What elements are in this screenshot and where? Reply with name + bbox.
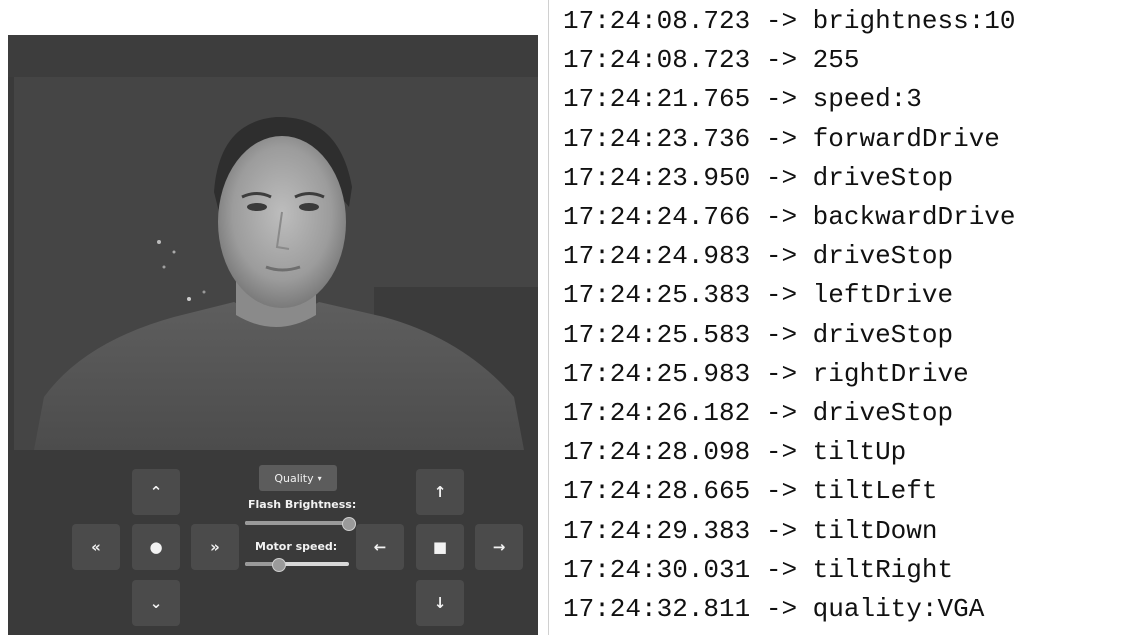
log-timestamp: 17:24:23.950 — [563, 162, 751, 193]
log-line: 17:24:24.983 -> driveStop — [563, 237, 953, 276]
slider-thumb[interactable] — [342, 517, 356, 531]
drive-left-button[interactable]: ← — [356, 524, 404, 570]
log-timestamp: 17:24:24.983 — [563, 241, 751, 272]
log-arrow: -> — [765, 398, 798, 428]
double-chevron-right-icon: » — [210, 538, 220, 556]
log-arrow: -> — [765, 123, 798, 154]
log-message: driveStop — [812, 398, 954, 428]
log-message: tiltDown — [812, 515, 938, 546]
log-message: backwardDrive — [812, 202, 1016, 232]
log-timestamp: 17:24:32.811 — [563, 594, 751, 624]
flash-brightness-label: Flash Brightness: — [248, 498, 357, 511]
log-arrow: -> — [765, 476, 798, 507]
log-line: 17:24:29.383 -> tiltDown — [563, 512, 938, 551]
log-message: forwardDrive — [812, 123, 1000, 154]
log-timestamp: 17:24:23.736 — [563, 123, 751, 154]
log-line: 17:24:30.031 -> tiltRight — [563, 551, 953, 590]
log-message: tiltUp — [812, 437, 907, 468]
log-arrow: -> — [765, 45, 798, 76]
double-chevron-up-icon: ⌃ — [149, 483, 163, 501]
log-arrow: -> — [765, 280, 798, 311]
log-arrow: -> — [765, 554, 798, 585]
log-timestamp: 17:24:25.583 — [563, 319, 751, 350]
motor-speed-slider[interactable] — [245, 557, 349, 572]
log-line: 17:24:23.736 -> forwardDrive — [563, 120, 1000, 159]
arrow-up-icon: ↑ — [433, 483, 447, 501]
log-line: 17:24:08.723 -> 255 — [563, 41, 859, 80]
arrow-down-icon: ↓ — [433, 594, 447, 612]
log-line: 17:24:23.950 -> driveStop — [563, 159, 953, 198]
log-message: brightness:10 — [812, 6, 1016, 36]
log-line: 17:24:32.811 -> quality:VGA — [563, 590, 984, 629]
circle-icon: ● — [149, 538, 163, 556]
log-timestamp: 17:24:26.182 — [563, 398, 751, 428]
log-line: 17:24:25.583 -> driveStop — [563, 316, 953, 355]
log-arrow: -> — [765, 162, 798, 193]
serial-monitor-log: 17:24:08.723 -> brightness:10 17:24:08.72… — [548, 0, 1133, 635]
log-line: 17:24:28.098 -> tiltUp — [563, 433, 906, 472]
log-line: 17:24:24.766 -> backwardDrive — [563, 198, 1016, 237]
log-message: leftDrive — [812, 280, 954, 311]
tilt-center-button[interactable]: ● — [132, 524, 180, 570]
log-arrow: -> — [765, 241, 798, 272]
log-line: 17:24:25.983 -> rightDrive — [563, 355, 969, 394]
robot-control-panel: ⌃ « ● » ⌄ Quality ▾ Flash Brightness: Mo… — [8, 35, 538, 635]
arrow-left-icon: ← — [373, 538, 387, 556]
log-arrow: -> — [765, 202, 798, 232]
log-line: 17:24:26.182 -> driveStop — [563, 394, 953, 433]
motor-speed-label: Motor speed: — [255, 540, 338, 553]
log-timestamp: 17:24:29.383 — [563, 515, 751, 546]
log-line: 17:24:08.723 -> brightness:10 — [563, 2, 1016, 41]
log-message: rightDrive — [812, 358, 969, 389]
log-message: tiltRight — [812, 554, 954, 585]
log-message: driveStop — [812, 241, 954, 272]
log-message: 255 — [812, 45, 860, 76]
log-arrow: -> — [765, 358, 798, 389]
stop-square-icon: ■ — [432, 538, 448, 556]
slider-fill — [245, 521, 349, 525]
camera-stream — [14, 77, 538, 450]
log-message: tiltLeft — [812, 476, 938, 507]
log-message: quality:VGA — [812, 594, 985, 624]
log-arrow: -> — [765, 84, 798, 115]
double-chevron-down-icon: ⌄ — [149, 594, 163, 612]
camera-frame-image — [14, 77, 538, 450]
flash-brightness-slider[interactable] — [245, 516, 356, 531]
log-timestamp: 17:24:30.031 — [563, 554, 751, 585]
panel-header-bar — [8, 35, 538, 77]
drive-forward-button[interactable]: ↑ — [416, 469, 464, 515]
log-line: 17:24:21.765 -> speed:3 — [563, 80, 922, 119]
double-chevron-left-icon: « — [91, 538, 101, 556]
slider-thumb[interactable] — [272, 558, 287, 572]
log-timestamp: 17:24:21.765 — [563, 84, 751, 115]
arrow-right-icon: → — [492, 538, 506, 556]
log-arrow: -> — [765, 437, 798, 468]
log-timestamp: 17:24:08.723 — [563, 45, 751, 76]
log-arrow: -> — [765, 594, 798, 624]
tilt-right-button[interactable]: » — [191, 524, 239, 570]
tilt-down-button[interactable]: ⌄ — [132, 580, 180, 626]
log-timestamp: 17:24:24.766 — [563, 202, 751, 232]
log-line: 17:24:25.383 -> leftDrive — [563, 276, 953, 315]
drive-stop-button[interactable]: ■ — [416, 524, 464, 570]
log-timestamp: 17:24:28.665 — [563, 476, 751, 507]
log-arrow: -> — [765, 6, 798, 36]
log-message: driveStop — [812, 162, 954, 193]
tilt-up-button[interactable]: ⌃ — [132, 469, 180, 515]
log-timestamp: 17:24:08.723 — [563, 6, 751, 36]
log-timestamp: 17:24:28.098 — [563, 437, 751, 468]
drive-backward-button[interactable]: ↓ — [416, 580, 464, 626]
log-message: speed:3 — [812, 84, 922, 115]
quality-label: Quality — [274, 471, 314, 485]
log-arrow: -> — [765, 319, 798, 350]
drive-right-button[interactable]: → — [475, 524, 523, 570]
log-message: driveStop — [812, 319, 954, 350]
quality-dropdown-button[interactable]: Quality ▾ — [259, 465, 337, 491]
caret-down-icon: ▾ — [317, 473, 322, 483]
log-line: 17:24:28.665 -> tiltLeft — [563, 472, 938, 511]
log-arrow: -> — [765, 515, 798, 546]
log-timestamp: 17:24:25.383 — [563, 280, 751, 311]
tilt-left-button[interactable]: « — [72, 524, 120, 570]
log-timestamp: 17:24:25.983 — [563, 358, 751, 389]
